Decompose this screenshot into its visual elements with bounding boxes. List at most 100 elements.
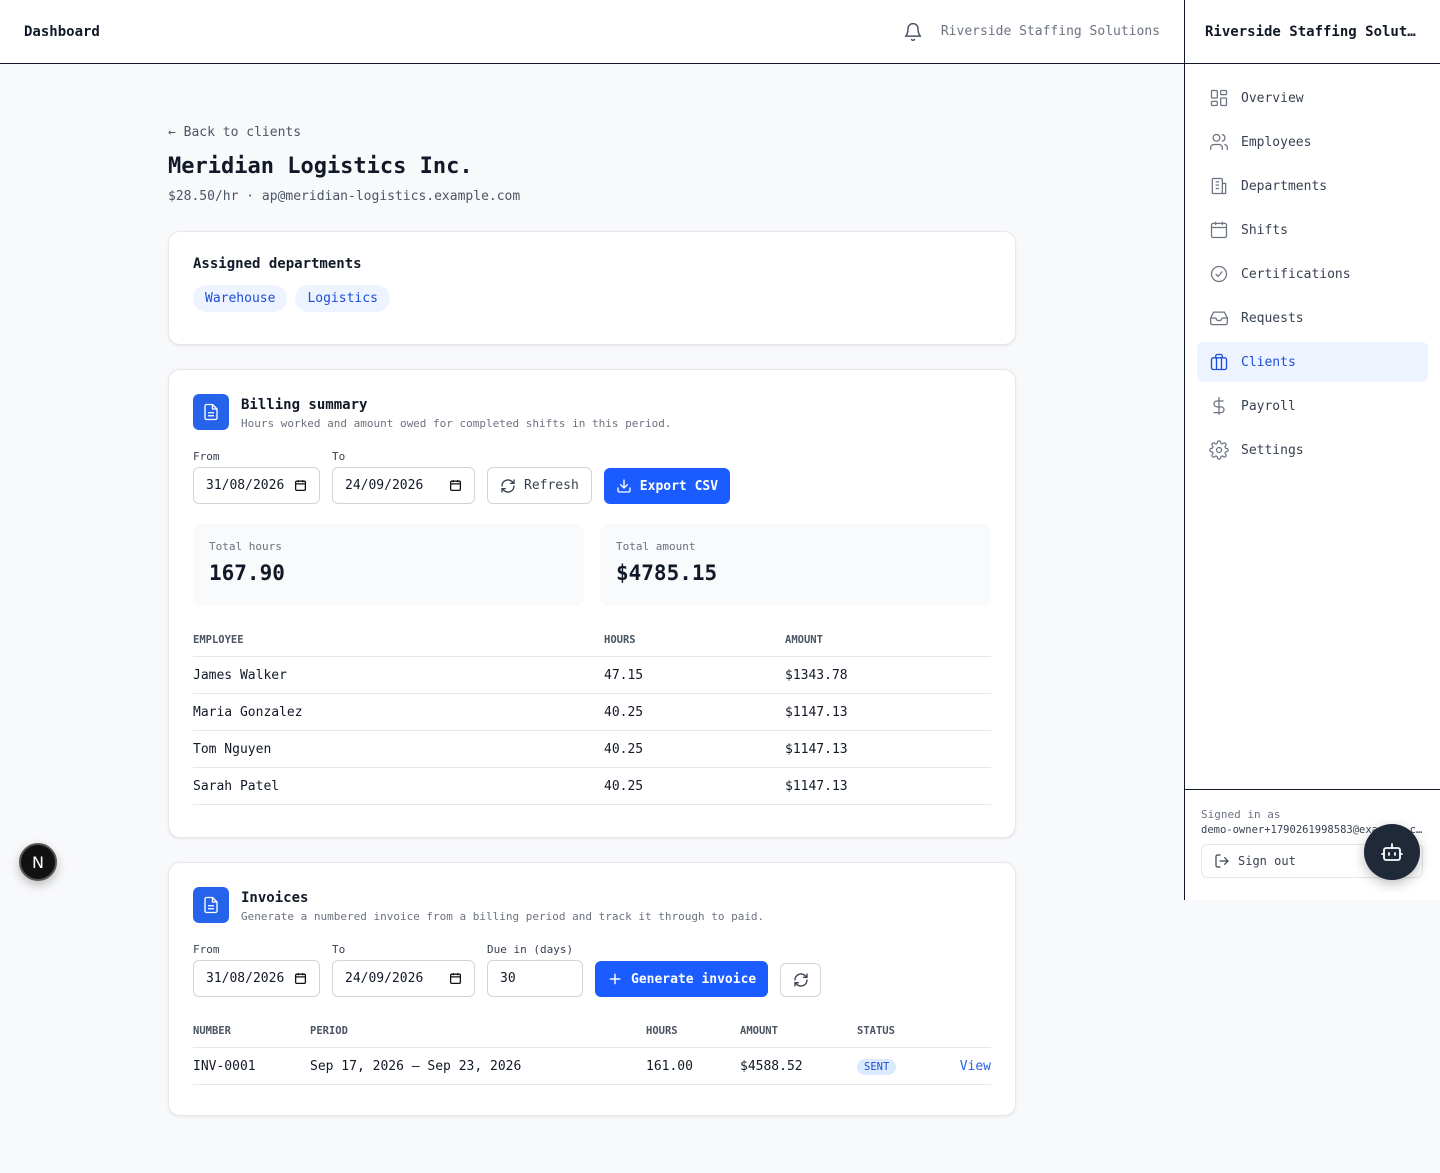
to-label: To [332,943,346,956]
inbox-icon [1210,311,1228,326]
billing-filters: From 31/08/2026 To 24/09/2026 Refresh Ex… [193,450,991,504]
total-hours-label: Total hours [209,540,282,553]
check-circle-icon [1210,265,1228,283]
badge-letter: N [32,852,44,872]
amount-cell: $1147.13 [785,767,991,805]
amount-cell: $1343.78 [785,656,991,694]
amount-cell: $1147.13 [785,730,991,768]
total-amount-label: Total amount [616,540,696,553]
refresh-icon [794,973,808,987]
sidebar-item-certifications[interactable]: Certifications [1197,254,1428,294]
sign-out-label: Sign out [1238,854,1296,868]
due-days-input[interactable]: 30 [487,960,583,997]
sidebar-item-employees[interactable]: Employees [1197,122,1428,162]
billing-from-date-input[interactable]: 31/08/2026 [193,467,320,504]
download-icon [617,479,631,493]
invoice-filters: From 31/08/2026 To 24/09/2026 Due in (da… [193,943,991,997]
date-value: 31/08/2026 [206,478,285,493]
invoice-action-cell: View [943,1047,991,1085]
sidebar-item-label: Departments [1241,178,1328,194]
column-header: Hours [646,1025,740,1048]
calendar-icon [449,973,462,985]
billing-header: Billing summary Hours worked and amount … [193,394,991,430]
sidebar: Riverside Staffing Solutions Overview Em… [1184,0,1440,900]
org-name: Riverside Staffing Solutions [940,24,1160,39]
export-label: Export CSV [639,478,719,494]
sidebar-item-payroll[interactable]: Payroll [1197,386,1428,426]
invoice-to-date-input[interactable]: 24/09/2026 [332,960,475,997]
calendar-icon [294,480,307,492]
hours-cell: 47.15 [604,656,785,694]
invoices-card: Invoices Generate a numbered invoice fro… [168,862,1016,1116]
table-header-row: Employee Hours Amount [193,634,991,657]
document-icon [193,887,229,923]
plus-icon [609,973,621,985]
bell-icon[interactable] [903,22,923,42]
client-rate-email: $28.50/hr · ap@meridian-logistics.exampl… [168,189,521,204]
invoice-from-group: From 31/08/2026 [193,943,320,997]
invoices-table: Number Period Hours Amount Status INV-00… [193,1025,991,1085]
billing-description: Hours worked and amount owed for complet… [241,417,672,430]
bot-icon [1381,843,1403,861]
total-hours-value: 167.90 [209,561,285,585]
top-bar: Dashboard Riverside Staffing Solutions [0,0,1184,64]
view-invoice-link[interactable]: View [960,1059,991,1074]
table-row: Tom Nguyen 40.25 $1147.13 [193,730,991,768]
from-label: From [193,943,220,956]
department-chips: Warehouse Logistics [193,285,991,312]
sidebar-item-label: Clients [1241,354,1296,370]
billing-title: Billing summary [241,397,368,413]
sidebar-item-departments[interactable]: Departments [1197,166,1428,206]
assistant-button[interactable] [1364,824,1420,880]
status-badge: SENT [857,1058,897,1075]
to-label: To [332,450,346,463]
invoice-from-date-input[interactable]: 31/08/2026 [193,960,320,997]
sidebar-nav: Overview Employees Departments Shifts Ce… [1185,64,1440,488]
client-name: Meridian Logistics Inc. [168,154,473,179]
billing-table: Employee Hours Amount James Walker 47.15… [193,634,991,805]
column-header: Employee [193,634,604,657]
column-header: Status [857,1025,943,1048]
sidebar-item-label: Certifications [1241,266,1351,282]
top-bar-right: Riverside Staffing Solutions [903,22,1160,42]
employee-cell: Tom Nguyen [193,730,604,768]
refresh-invoices-button[interactable] [780,963,822,997]
employee-cell: Sarah Patel [193,767,604,805]
refresh-icon [501,478,515,493]
department-chip: Logistics [295,285,390,312]
hours-cell: 40.25 [604,693,785,731]
sidebar-item-requests[interactable]: Requests [1197,298,1428,338]
sidebar-item-settings[interactable]: Settings [1197,430,1428,470]
sidebar-item-clients[interactable]: Clients [1197,342,1428,382]
sidebar-item-label: Settings [1241,442,1304,458]
billing-from-group: From 31/08/2026 [193,450,320,504]
back-to-clients-link[interactable]: ← Back to clients [168,125,1016,140]
dollar-icon [1213,397,1225,415]
column-header-actions [943,1025,991,1048]
table-row: Maria Gonzalez 40.25 $1147.13 [193,693,991,731]
sidebar-item-shifts[interactable]: Shifts [1197,210,1428,250]
sidebar-item-overview[interactable]: Overview [1197,78,1428,118]
generate-label: Generate invoice [631,971,757,987]
column-header: Amount [785,634,991,657]
invoice-status-cell: SENT [857,1047,943,1085]
hours-cell: 40.25 [604,767,785,805]
invoice-to-group: To 24/09/2026 [332,943,475,997]
logout-icon [1215,854,1229,868]
column-header: Hours [604,634,785,657]
table-header-row: Number Period Hours Amount Status [193,1025,991,1048]
invoices-title: Invoices [241,890,309,906]
billing-to-date-input[interactable]: 24/09/2026 [332,467,475,504]
export-csv-button[interactable]: Export CSV [603,468,731,504]
refresh-button[interactable]: Refresh [487,467,592,504]
refresh-label: Refresh [524,478,579,493]
document-icon [193,394,229,430]
dev-tools-badge[interactable]: N [19,843,57,881]
invoices-description: Generate a numbered invoice from a billi… [241,910,765,923]
date-value: 31/08/2026 [206,971,285,986]
due-value: 30 [500,971,516,986]
users-icon [1210,133,1228,151]
from-label: From [193,450,220,463]
total-amount-stat: Total amount $4785.15 [600,524,991,606]
generate-invoice-button[interactable]: Generate invoice [595,961,769,997]
